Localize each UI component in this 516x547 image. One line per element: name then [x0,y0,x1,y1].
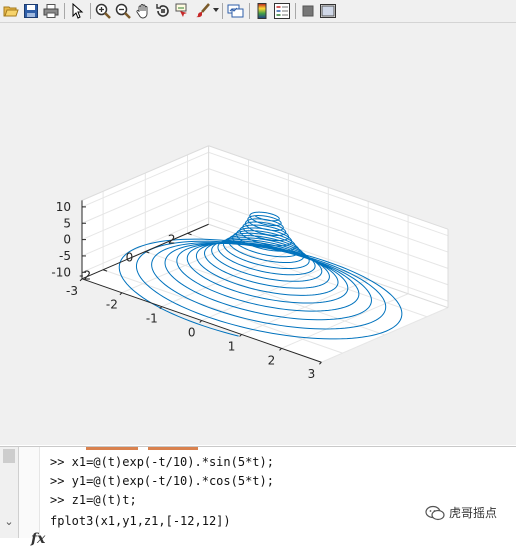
toolbar-separator [295,3,296,19]
hide-plot-tools-icon[interactable] [299,2,317,20]
command-line: fplot3(x1,y1,z1,[-12,12]) [50,514,231,528]
watermark: 虎哥摇点 [425,504,497,521]
function-browser-icon[interactable]: fx [31,531,45,547]
open-icon[interactable] [2,2,20,20]
x-tick-label: 1 [228,339,236,353]
toolbar-separator [249,3,250,19]
figure-window: -3 -2 -1 0 1 2 3 -2 0 2 -10 -5 0 5 10 [0,23,516,445]
zoom-in-icon[interactable] [94,2,112,20]
link-plot-icon[interactable] [227,2,245,20]
highlight-marker [86,447,138,450]
y-tick-label: -2 [79,269,91,283]
brush-dropdown-icon[interactable] [213,8,219,12]
x-tick-mark [119,292,123,296]
y-tick-label: 2 [168,232,176,246]
x-tick-label: -1 [146,312,158,326]
command-window[interactable]: ⌄ >> x1=@(t)exp(-t/10).*sin(5*t); >> y1=… [0,446,516,547]
scrollbar-thumb[interactable] [3,449,15,463]
save-icon[interactable] [22,2,40,20]
x-tick-mark [279,347,282,351]
colorbar-icon[interactable] [253,2,271,20]
wechat-logo-icon [425,505,445,520]
legend-icon[interactable] [273,2,291,20]
command-line: >> x1=@(t)exp(-t/10).*sin(5*t); [50,455,274,469]
x-tick-label: 2 [268,353,276,367]
command-window-gutter [19,447,40,538]
y-tick-label: 0 [126,251,134,265]
fplot3-axes[interactable]: -3-2-10123-202-10-50510 [0,23,516,445]
toolbar-separator [222,3,223,19]
z-tick-label: 5 [63,216,71,230]
x-tick-mark [319,361,322,365]
pan-icon[interactable] [134,2,152,20]
command-window-scrollbar[interactable]: ⌄ [0,447,19,538]
show-plot-tools-icon[interactable] [319,2,337,20]
x-tick-mark [199,320,203,323]
figure-toolbar [0,0,516,23]
z-tick-label: -10 [51,265,71,279]
scroll-down-arrow-icon[interactable]: ⌄ [4,516,14,527]
rotate-3d-icon[interactable] [154,2,172,20]
x-tick-mark [239,334,242,337]
pointer-icon[interactable] [68,2,86,20]
toolbar-separator [90,3,91,19]
x-tick-label: 3 [308,367,316,381]
x-tick-label: -2 [106,298,118,312]
zoom-out-icon[interactable] [114,2,132,20]
toolbar-separator [64,3,65,19]
command-line: >> y1=@(t)exp(-t/10).*cos(5*t); [50,474,274,488]
z-tick-label: -5 [59,249,71,263]
x-tick-label: -3 [66,284,78,298]
watermark-text: 虎哥摇点 [449,506,498,520]
brush-icon[interactable] [194,2,212,20]
z-tick-label: 10 [56,200,71,214]
x-tick-label: 0 [188,326,196,340]
data-cursor-icon[interactable] [174,2,192,20]
print-icon[interactable] [42,2,60,20]
command-line: >> z1=@(t)t; [50,493,137,507]
z-tick-label: 0 [63,233,71,247]
highlight-marker [148,447,198,450]
